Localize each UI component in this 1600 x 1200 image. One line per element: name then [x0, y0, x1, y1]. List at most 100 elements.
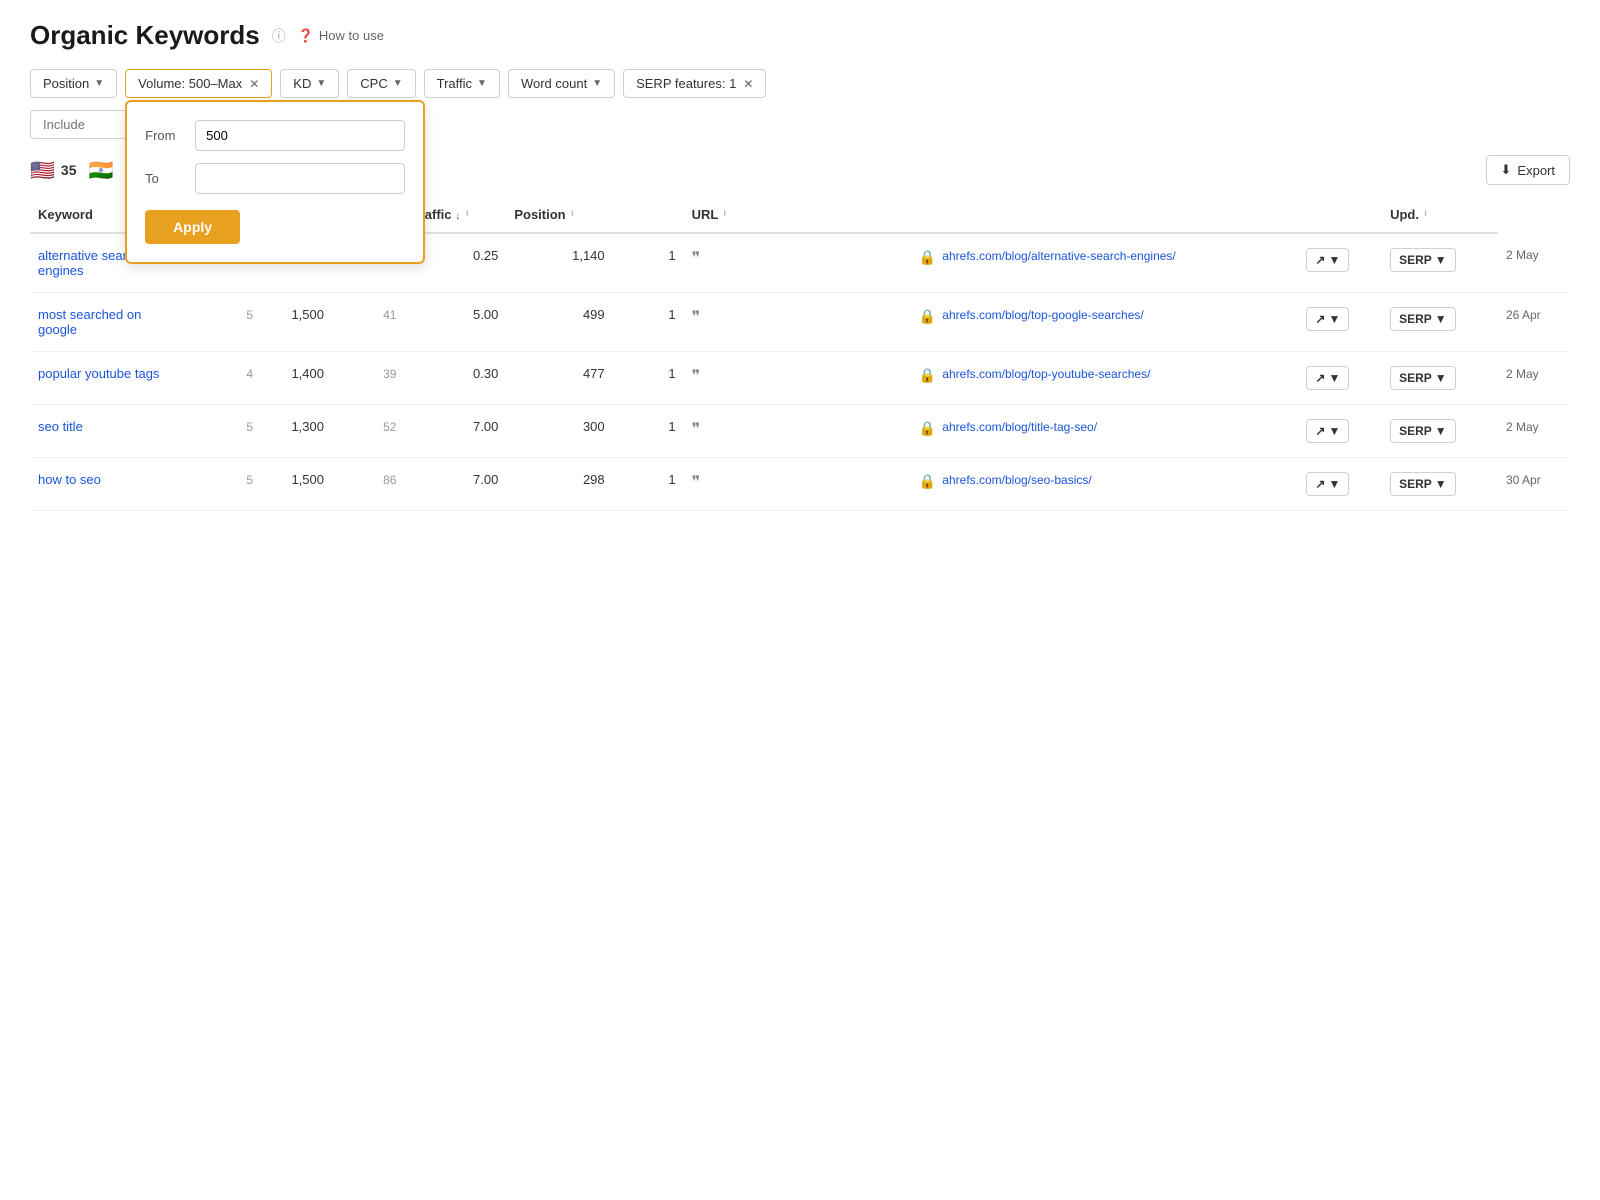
volume-filter-label: Volume: 500–Max	[138, 76, 242, 91]
volume-filter-btn[interactable]: Volume: 500–Max ✕	[125, 69, 272, 98]
lock-icon: 🔒	[919, 420, 936, 437]
position-filter-btn[interactable]: Position ▼	[30, 69, 117, 98]
keyword-link[interactable]: most searched on google	[38, 307, 141, 337]
how-to-use-link[interactable]: ❓ How to use	[298, 28, 384, 44]
us-flag-icon: 🇺🇸	[30, 158, 55, 183]
title-info-icon[interactable]: ⓘ	[272, 26, 286, 46]
quotes-icon[interactable]: ❞	[692, 250, 701, 267]
trend-cell: ↗ ▼	[1298, 293, 1382, 352]
trend-chart-icon: ↗	[1315, 253, 1325, 267]
page-container: Organic Keywords ⓘ ❓ How to use Position…	[0, 0, 1600, 531]
volume-from-input[interactable]	[195, 120, 405, 151]
quotes-icon[interactable]: ❞	[692, 309, 701, 326]
flag-item-us[interactable]: 🇺🇸 35	[30, 158, 76, 183]
traffic-cell: 1,140	[506, 233, 612, 293]
traffic-cell: 477	[506, 352, 612, 405]
question-circle-icon: ❓	[298, 28, 314, 44]
quotes-icon[interactable]: ❞	[692, 368, 701, 385]
url-link[interactable]: ahrefs.com/blog/alternative-search-engin…	[942, 248, 1175, 265]
url-link[interactable]: ahrefs.com/blog/top-youtube-searches/	[942, 366, 1150, 383]
position-cell: 1	[613, 352, 684, 405]
apply-button[interactable]: Apply	[145, 210, 240, 244]
col3-cell: 1,500	[261, 458, 332, 511]
trend-cell: ↗ ▼	[1298, 233, 1382, 293]
to-label: To	[145, 171, 185, 186]
kd-chevron-icon: ▼	[316, 78, 326, 89]
word-count-filter-btn[interactable]: Word count ▼	[508, 69, 615, 98]
serp-button[interactable]: SERP ▼	[1390, 419, 1456, 443]
trend-button[interactable]: ↗ ▼	[1306, 307, 1349, 331]
trend-button[interactable]: ↗ ▼	[1306, 472, 1349, 496]
col2-cell: 5	[190, 458, 261, 511]
volume-to-input[interactable]	[195, 163, 405, 194]
trend-chart-icon: ↗	[1315, 371, 1325, 385]
serp-features-filter-btn[interactable]: SERP features: 1 ✕	[623, 69, 766, 98]
export-icon: ⬇	[1501, 162, 1512, 178]
url-link[interactable]: ahrefs.com/blog/top-google-searches/	[942, 307, 1143, 324]
cpc-cell: 0.30	[404, 352, 506, 405]
serp-cell: SERP ▼	[1382, 233, 1498, 293]
lock-icon: 🔒	[919, 249, 936, 266]
traffic-filter-label: Traffic	[437, 76, 472, 91]
traffic-cell: 298	[506, 458, 612, 511]
trend-chart-icon: ↗	[1315, 477, 1325, 491]
keyword-cell: seo title	[30, 405, 190, 458]
quotes-icon[interactable]: ❞	[692, 474, 701, 491]
date-cell: 26 Apr	[1498, 293, 1570, 352]
trend-button[interactable]: ↗ ▼	[1306, 366, 1349, 390]
serp-features-filter-label: SERP features: 1	[636, 76, 736, 91]
serp-cell: SERP ▼	[1382, 293, 1498, 352]
kd-filter-btn[interactable]: KD ▼	[280, 69, 339, 98]
th-upd: Upd. ⁱ	[1382, 197, 1498, 233]
serp-button[interactable]: SERP ▼	[1390, 248, 1456, 272]
volume-popup: From To Apply	[125, 100, 425, 264]
col4-cell: 41	[332, 293, 404, 352]
traffic-chevron-icon: ▼	[477, 78, 487, 89]
how-to-use-label: How to use	[319, 28, 384, 43]
trend-cell: ↗ ▼	[1298, 458, 1382, 511]
volume-close-icon[interactable]: ✕	[249, 77, 259, 91]
table-row: how to seo 5 1,500 86 7.00 298 1	[30, 458, 1570, 511]
export-button[interactable]: ⬇ Export	[1486, 155, 1570, 185]
traffic-sort-icon[interactable]: ↓	[455, 210, 461, 222]
th-position: Position ⁱ	[506, 197, 612, 233]
upd-info-icon: ⁱ	[1425, 210, 1427, 222]
quotes-cell: ❞	[684, 233, 911, 293]
date-cell: 30 Apr	[1498, 458, 1570, 511]
cpc-cell: 5.00	[404, 293, 506, 352]
quotes-cell: ❞	[684, 405, 911, 458]
url-link[interactable]: ahrefs.com/blog/title-tag-seo/	[942, 419, 1097, 436]
filters-row: Position ▼ Volume: 500–Max ✕ From To App…	[30, 69, 1570, 98]
url-cell: 🔒 ahrefs.com/blog/alternative-search-eng…	[911, 233, 1299, 293]
flag-item-in[interactable]: 🇮🇳	[88, 158, 113, 183]
url-cell: 🔒 ahrefs.com/blog/seo-basics/	[911, 458, 1299, 511]
serp-button[interactable]: SERP ▼	[1390, 472, 1456, 496]
position-filter-label: Position	[43, 76, 89, 91]
serp-button[interactable]: SERP ▼	[1390, 307, 1456, 331]
in-flag-icon: 🇮🇳	[88, 158, 113, 183]
keyword-link[interactable]: seo title	[38, 419, 83, 434]
url-link[interactable]: ahrefs.com/blog/seo-basics/	[942, 472, 1091, 489]
position-cell: 1	[613, 233, 684, 293]
trend-button[interactable]: ↗ ▼	[1306, 419, 1349, 443]
table-row: popular youtube tags 4 1,400 39 0.30 477	[30, 352, 1570, 405]
th-quotes	[613, 197, 684, 233]
trend-chart-icon: ↗	[1315, 312, 1325, 326]
serp-cell: SERP ▼	[1382, 458, 1498, 511]
serp-features-close-icon[interactable]: ✕	[743, 77, 753, 91]
traffic-info-icon: ⁱ	[466, 210, 468, 222]
trend-button[interactable]: ↗ ▼	[1306, 248, 1349, 272]
col4-cell: 52	[332, 405, 404, 458]
traffic-filter-btn[interactable]: Traffic ▼	[424, 69, 500, 98]
keyword-link[interactable]: popular youtube tags	[38, 366, 159, 381]
serp-button[interactable]: SERP ▼	[1390, 366, 1456, 390]
quotes-cell: ❞	[684, 352, 911, 405]
keyword-link[interactable]: how to seo	[38, 472, 101, 487]
cpc-filter-btn[interactable]: CPC ▼	[347, 69, 415, 98]
quotes-icon[interactable]: ❞	[692, 421, 701, 438]
word-count-chevron-icon: ▼	[592, 78, 602, 89]
th-url: URL ⁱ	[684, 197, 911, 233]
url-cell: 🔒 ahrefs.com/blog/top-google-searches/	[911, 293, 1299, 352]
th-serp	[1298, 197, 1382, 233]
volume-popup-container: Volume: 500–Max ✕ From To Apply	[125, 69, 272, 98]
